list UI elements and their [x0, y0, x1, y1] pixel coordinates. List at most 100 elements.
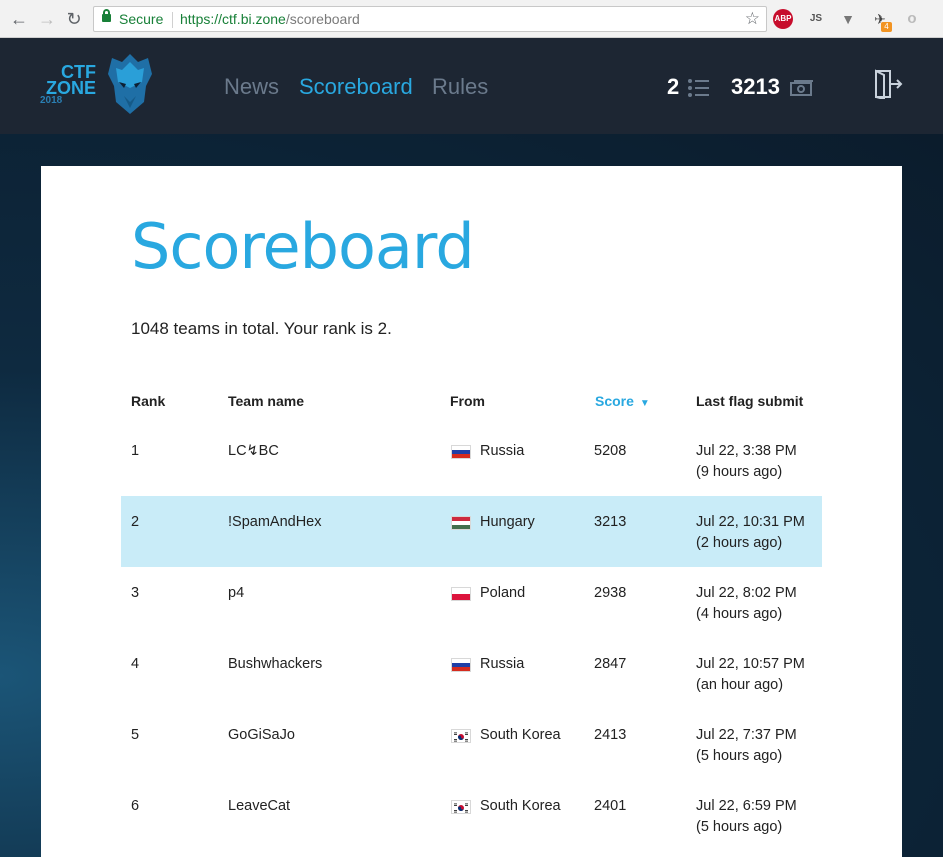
row-submit-time: Jul 22, 8:02 PM [696, 585, 797, 601]
logo-mask-icon [108, 54, 152, 114]
country-flag-icon [451, 800, 471, 814]
row-submit-time: Jul 22, 7:37 PM [696, 727, 797, 743]
adblock-extension-icon[interactable]: ABP [773, 9, 793, 29]
table-row[interactable]: 5 GoGiSaJo South Korea 2413 Jul 22, 7:37… [121, 709, 822, 780]
col-score[interactable]: Score ▼ [595, 392, 650, 413]
row-rank: 2 [131, 514, 140, 530]
nav-scoreboard[interactable]: Scoreboard [299, 74, 413, 100]
browser-toolbar: ← → ↻ Secure https://ctf.bi.zone/scorebo… [0, 0, 943, 38]
nav-rules[interactable]: Rules [432, 74, 488, 100]
korea-flag-graphic [454, 732, 468, 742]
flag-stripe [452, 667, 470, 671]
row-last-submit: Jul 22, 10:57 PM (an hour ago) [696, 654, 805, 696]
table-row[interactable]: 1 LC↯BC Russia 5208 Jul 22, 3:38 PM (9 ho… [121, 425, 822, 496]
row-submit-ago: (an hour ago) [696, 677, 784, 693]
teams-summary: 1048 teams in total. Your rank is 2. [131, 319, 392, 338]
row-score: 5208 [594, 443, 627, 459]
reload-icon[interactable]: ↻ [64, 9, 84, 29]
row-submit-ago: (5 hours ago) [696, 748, 783, 764]
row-submit-time: Jul 22, 10:57 PM [696, 656, 805, 672]
logo-line-2: ZONE [45, 78, 96, 98]
row-country: Hungary [480, 514, 535, 530]
money-icon [790, 80, 813, 96]
row-rank: 5 [131, 727, 140, 743]
extension-badge: 4 [881, 22, 892, 32]
url-path: /scoreboard [285, 11, 360, 27]
row-last-submit: Jul 22, 3:38 PM (9 hours ago) [696, 441, 797, 483]
row-rank: 4 [131, 656, 140, 672]
table-row[interactable]: 2 !SpamAndHex Hungary 3213 Jul 22, 10:31… [121, 496, 822, 567]
url-text[interactable]: https://ctf.bi.zone/scoreboard [180, 7, 360, 31]
page-title: Scoreboard [131, 210, 475, 283]
row-team-name[interactable]: !SpamAndHex [228, 512, 322, 533]
korea-flag-graphic [454, 803, 468, 813]
row-last-submit: Jul 22, 6:59 PM (5 hours ago) [696, 796, 797, 838]
row-rank: 1 [131, 443, 140, 459]
row-country: Russia [480, 656, 525, 672]
row-submit-ago: (9 hours ago) [696, 464, 783, 480]
address-bar[interactable]: Secure https://ctf.bi.zone/scoreboard ☆ [93, 6, 767, 32]
row-score: 2413 [594, 727, 627, 743]
table-header: Rank Team name From Score ▼ Last flag sub… [121, 388, 822, 414]
logout-icon[interactable] [873, 69, 903, 99]
row-team-name[interactable]: Bushwhackers [228, 654, 322, 675]
row-team-name[interactable]: LeaveCat [228, 796, 290, 817]
bookmark-star-icon[interactable]: ☆ [745, 7, 760, 31]
rank-value: 2 [667, 74, 680, 99]
flag-stripe [452, 525, 470, 529]
row-team-name[interactable]: LC↯BC [228, 441, 279, 462]
col-score-label: Score [595, 393, 634, 409]
row-country: South Korea [480, 727, 561, 743]
row-country: South Korea [480, 798, 561, 814]
row-score: 2401 [594, 798, 627, 814]
flag-stripe [452, 454, 470, 458]
row-submit-ago: (2 hours ago) [696, 535, 783, 551]
back-icon[interactable]: ← [9, 9, 29, 29]
sort-desc-icon: ▼ [639, 398, 650, 409]
country-flag-icon [451, 729, 471, 743]
row-rank: 3 [131, 585, 140, 601]
col-team[interactable]: Team name [228, 392, 304, 410]
row-score: 2847 [594, 656, 627, 672]
country-flag-icon [451, 587, 471, 601]
row-score: 2938 [594, 585, 627, 601]
forward-icon[interactable]: → [37, 9, 57, 29]
row-country: Russia [480, 443, 525, 459]
row-last-submit: Jul 22, 8:02 PM (4 hours ago) [696, 583, 797, 625]
country-flag-icon [451, 445, 471, 459]
row-submit-time: Jul 22, 6:59 PM [696, 798, 797, 814]
site-logo[interactable]: CTF ZONE 2018 [40, 63, 96, 106]
js-extension-icon[interactable]: JS [806, 9, 826, 29]
row-submit-time: Jul 22, 3:38 PM [696, 443, 797, 459]
table-row[interactable]: 4 Bushwhackers Russia 2847 Jul 22, 10:57… [121, 638, 822, 709]
table-row[interactable]: 3 p4 Poland 2938 Jul 22, 8:02 PM (4 hours… [121, 567, 822, 638]
row-last-submit: Jul 22, 7:37 PM (5 hours ago) [696, 725, 797, 767]
row-country: Poland [480, 585, 526, 601]
col-rank[interactable]: Rank [131, 392, 165, 410]
row-score: 3213 [594, 514, 627, 530]
row-rank: 6 [131, 798, 140, 814]
row-last-submit: Jul 22, 10:31 PM (2 hours ago) [696, 512, 805, 554]
score-value: 3213 [731, 74, 780, 99]
site-header: CTF ZONE 2018 News Scoreboard Rules 2 32… [0, 38, 943, 134]
table-row[interactable]: 6 LeaveCat South Korea 2401 Jul 22, 6:59… [121, 780, 822, 851]
omnibox-divider [172, 12, 173, 28]
rank-list-icon [688, 79, 709, 97]
lock-icon [102, 9, 111, 22]
scoreboard-card: Scoreboard 1048 teams in total. Your ran… [41, 166, 902, 857]
row-submit-ago: (4 hours ago) [696, 606, 783, 622]
row-submit-ago: (5 hours ago) [696, 819, 783, 835]
nav-news[interactable]: News [224, 74, 279, 100]
secure-label: Secure [119, 11, 164, 27]
row-submit-time: Jul 22, 10:31 PM [696, 514, 805, 530]
flag-stripe [452, 594, 470, 600]
row-team-name[interactable]: GoGiSaJo [228, 725, 295, 746]
col-last-submit[interactable]: Last flag submit [696, 392, 803, 410]
row-team-name[interactable]: p4 [228, 583, 244, 604]
url-host: https://ctf.bi.zone [180, 11, 286, 27]
country-flag-icon [451, 516, 471, 530]
o-extension-icon[interactable]: o [902, 9, 922, 29]
country-flag-icon [451, 658, 471, 672]
v-extension-icon[interactable]: ▼ [838, 9, 858, 29]
col-from[interactable]: From [450, 392, 485, 410]
